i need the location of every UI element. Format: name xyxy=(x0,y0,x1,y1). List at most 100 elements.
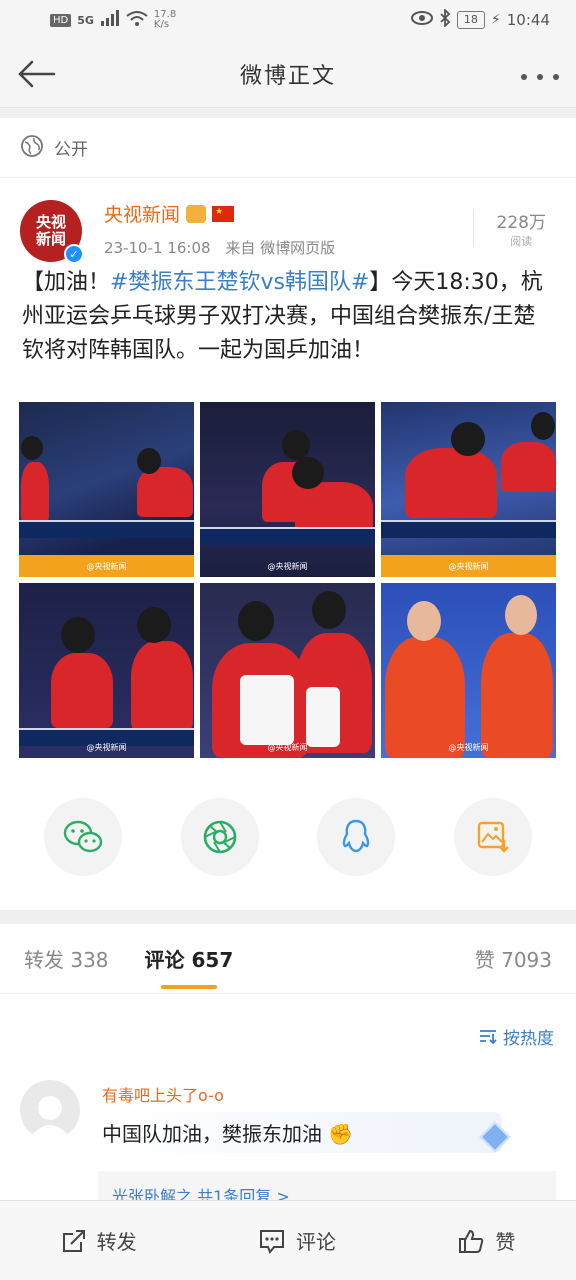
post-time: 23-10-1 16:08 xyxy=(104,239,211,257)
photo-figure xyxy=(21,436,43,460)
divider xyxy=(0,910,576,924)
visibility-label: 公开 xyxy=(54,140,88,160)
photo-figure xyxy=(407,601,441,641)
photo-figure xyxy=(238,601,274,641)
wechat-icon xyxy=(63,820,103,853)
photo-towel xyxy=(306,687,340,747)
post-text-open: 【加油！ xyxy=(22,270,111,295)
share-wechat-button[interactable] xyxy=(44,798,122,876)
photo-figure xyxy=(501,442,556,492)
photo-watermark: @央视新闻 xyxy=(267,562,308,571)
photo-watermark: @央视新闻 xyxy=(448,562,489,571)
share-moments-button[interactable] xyxy=(180,798,259,876)
comment-icon xyxy=(259,1229,284,1254)
post-author: 央视 新闻 ✓ 央视新闻 23-10-1 16:08 来自 微博网页版 228万… xyxy=(0,178,576,266)
photo-figure xyxy=(137,607,171,643)
comment-label: 评论 xyxy=(295,1230,336,1254)
moments-icon xyxy=(203,820,236,854)
verified-badge-icon: ✓ xyxy=(64,244,84,264)
china-flag-icon xyxy=(212,205,235,222)
photo-figure xyxy=(282,430,310,460)
divider xyxy=(0,108,576,118)
photo-watermark: @央视新闻 xyxy=(86,743,127,752)
tab-likes-count: 7093 xyxy=(501,948,552,972)
photo-figure xyxy=(531,412,555,440)
photo-watermark: @央视新闻 xyxy=(448,743,489,752)
photo-figure xyxy=(292,457,324,489)
save-image-button[interactable] xyxy=(453,798,532,876)
comment-text-content: 中国队加油，樊振东加油 xyxy=(102,1122,322,1146)
tab-comments-count: 657 xyxy=(191,948,234,972)
save-image-icon xyxy=(477,821,509,853)
signal-icon xyxy=(100,10,120,30)
photo-figure xyxy=(131,641,193,731)
network-speed: 17.8 K/s xyxy=(154,10,176,30)
repost-label: 转发 xyxy=(96,1230,137,1254)
photo-watermark: @央视新闻 xyxy=(267,743,308,752)
photo-1[interactable]: @央视新闻 xyxy=(19,402,194,577)
photo-figure xyxy=(61,617,95,653)
tab-repost[interactable]: 转发 338 xyxy=(24,944,109,973)
nav-bar: 微博正文 xyxy=(0,40,576,108)
visibility-row: 公开 xyxy=(0,118,576,178)
photo-towel xyxy=(240,675,294,745)
clock: 10:44 xyxy=(506,11,550,29)
photo-figure xyxy=(385,637,465,758)
tab-comments[interactable]: 评论 657 xyxy=(144,944,234,989)
tab-comments-label: 评论 xyxy=(144,948,185,972)
photo-figure xyxy=(505,595,537,635)
author-avatar[interactable]: 央视 新闻 ✓ xyxy=(20,200,84,264)
read-count-value: 228万 xyxy=(496,213,546,233)
photo-table xyxy=(200,527,375,545)
hd-badge: HD xyxy=(50,13,72,27)
share-qq-button[interactable] xyxy=(317,798,396,876)
post-source: 来自 微博网页版 xyxy=(225,239,336,257)
photo-5[interactable]: @央视新闻 xyxy=(200,583,375,758)
qq-icon xyxy=(343,819,370,853)
more-dots-icon xyxy=(520,73,559,80)
tab-likes-label: 赞 xyxy=(474,948,495,972)
photo-figure xyxy=(451,422,485,456)
author-name[interactable]: 央视新闻 xyxy=(104,200,180,227)
comment-item: 有毒吧上头了o-o 中国队加油，樊振东加油 ✊ xyxy=(0,1066,576,1153)
photo-grid: @央视新闻 @央视新闻 @央视新闻 @央视新闻 @央视新闻 @央视新闻 xyxy=(0,402,576,758)
photo-3[interactable]: @央视新闻 xyxy=(381,402,556,577)
avatar-text-line1: 央视 xyxy=(35,213,66,231)
member-badge-icon xyxy=(186,204,207,223)
post-meta: 23-10-1 16:08 来自 微博网页版 xyxy=(104,237,335,258)
comment-button[interactable]: 评论 xyxy=(258,1226,336,1255)
read-count-label: 阅读 xyxy=(510,235,533,248)
globe-icon xyxy=(20,134,44,162)
network-type: 5G xyxy=(77,13,94,27)
commenter-name[interactable]: 有毒吧上头了o-o xyxy=(102,1082,502,1106)
more-options-button[interactable] xyxy=(520,60,560,88)
sort-toggle[interactable]: 按热度 xyxy=(0,994,576,1066)
back-button[interactable] xyxy=(16,54,56,94)
bottom-action-bar: 转发 评论 赞 xyxy=(0,1200,576,1280)
photo-watermark: @央视新闻 xyxy=(86,562,127,571)
comment-text: 中国队加油，樊振东加油 ✊ xyxy=(102,1112,502,1153)
photo-table xyxy=(19,520,194,538)
photo-6[interactable]: @央视新闻 xyxy=(381,583,556,758)
sort-icon xyxy=(478,1029,503,1049)
photo-2[interactable]: @央视新闻 xyxy=(200,402,375,577)
commenter-avatar[interactable] xyxy=(20,1080,80,1140)
read-count: 228万 阅读 xyxy=(472,208,546,249)
photo-4[interactable]: @央视新闻 xyxy=(19,583,194,758)
like-button[interactable]: 赞 xyxy=(457,1226,515,1255)
repost-button[interactable]: 转发 xyxy=(61,1226,137,1255)
avatar-text-line2: 新闻 xyxy=(35,230,66,248)
status-bar: HD 5G 17.8 K/s 18 ⚡ 10:44 xyxy=(0,0,576,40)
back-arrow-icon xyxy=(18,60,56,87)
battery-level: 18 xyxy=(456,11,485,29)
thumbs-up-icon xyxy=(459,1229,484,1253)
photo-figure xyxy=(312,591,346,629)
hashtag-link[interactable]: #樊振东王楚钦vs韩国队# xyxy=(110,270,369,295)
photo-figure xyxy=(405,448,497,518)
default-avatar-icon xyxy=(28,1096,72,1140)
photo-table xyxy=(381,520,556,538)
photo-figure xyxy=(481,633,553,758)
sort-label: 按热度 xyxy=(503,1029,554,1049)
tab-likes[interactable]: 赞 7093 xyxy=(475,944,552,973)
repost-icon xyxy=(62,1229,85,1252)
